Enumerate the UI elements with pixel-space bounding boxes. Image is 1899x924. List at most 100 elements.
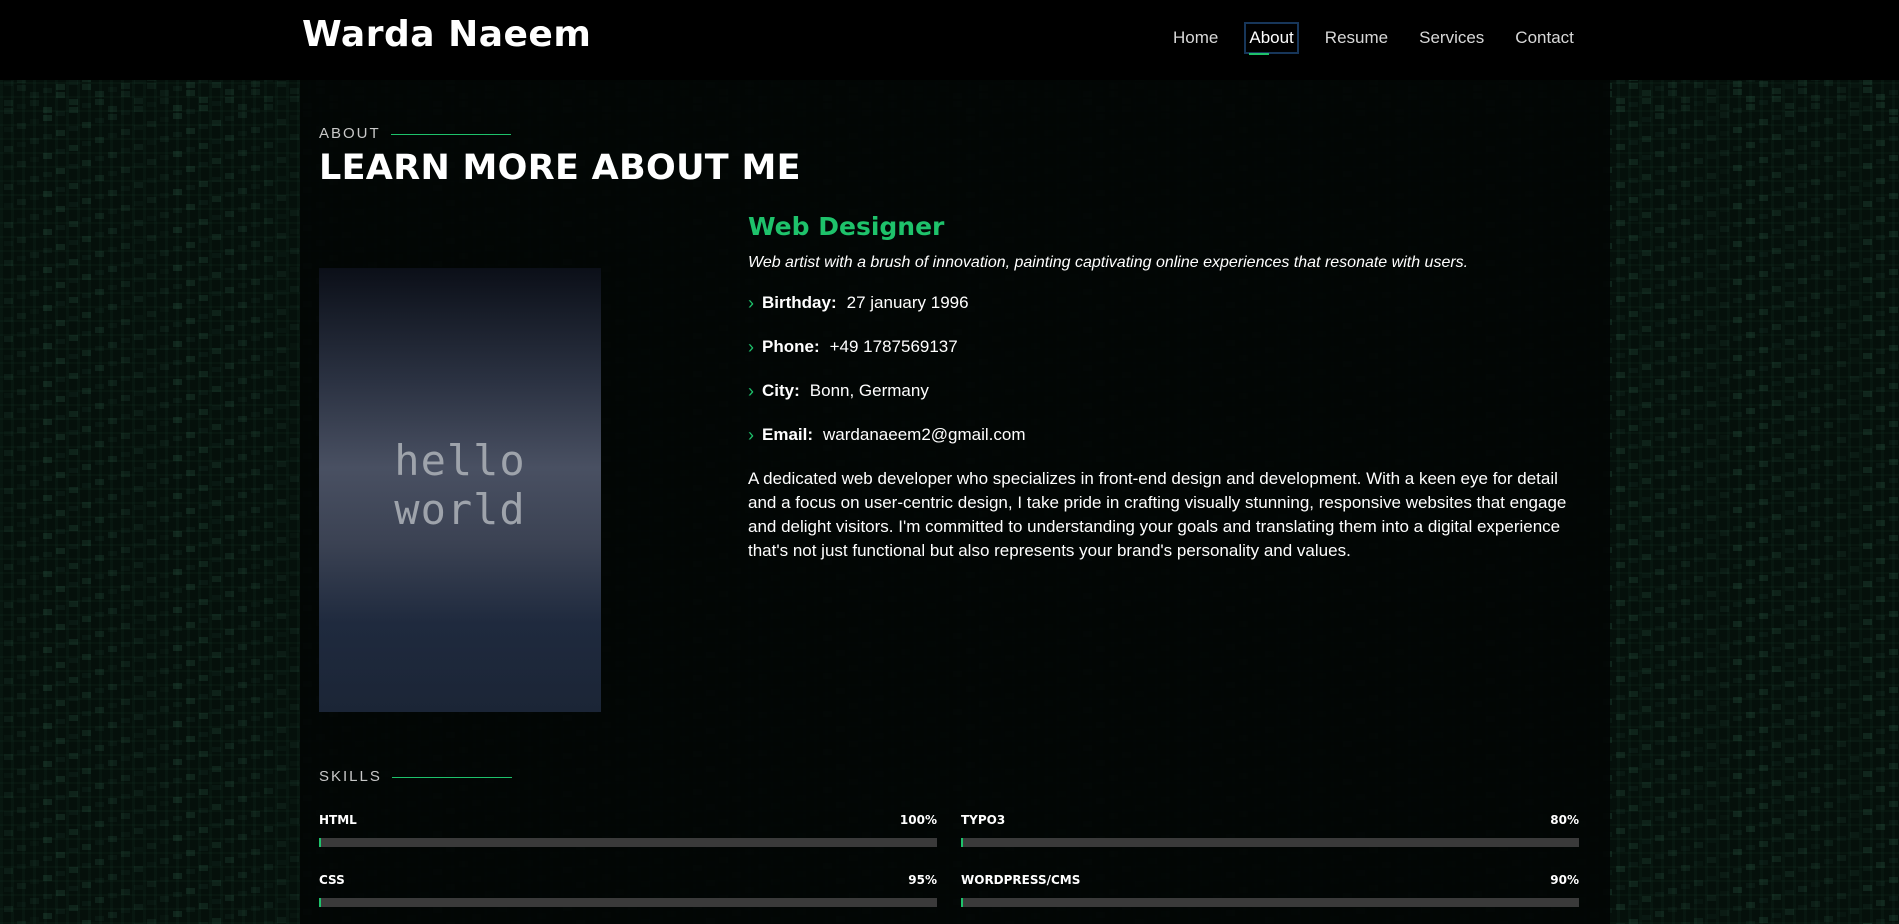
matrix-glyph-column [1785,80,1794,924]
matrix-glyph-column [121,80,130,924]
info-key: Phone: [762,337,820,356]
matrix-glyph-column [277,80,286,924]
nav-services[interactable]: Services [1416,24,1487,52]
matrix-glyph-column [1655,80,1664,924]
matrix-glyph-column [1850,80,1859,924]
skill-progress-fill [319,898,321,907]
skill-percent: 100% [899,813,937,827]
matrix-glyph-column [56,80,65,924]
chevron-right-icon: › [748,293,754,313]
skill-progress-bar [961,838,1579,847]
matrix-glyph-column [4,80,13,924]
skill-html: HTML 100% [319,813,937,847]
matrix-glyph-column [1889,80,1898,924]
photo-caption-art: hello world [394,436,526,534]
nav-resume[interactable]: Resume [1322,24,1391,52]
matrix-glyph-column [238,80,247,924]
info-item-city: › City: Bonn, Germany [748,380,1026,424]
matrix-glyph-column [1668,80,1677,924]
skill-name: HTML [319,813,357,827]
about-label-text: ABOUT [319,125,381,142]
skill-typo3: TYPO3 80% [961,813,1579,847]
matrix-glyph-column [264,80,273,924]
matrix-glyph-column [1720,80,1729,924]
matrix-glyph-column [1811,80,1820,924]
matrix-glyph-column [1681,80,1690,924]
matrix-glyph-column [160,80,169,924]
nav-contact[interactable]: Contact [1512,24,1577,52]
info-value: Bonn, Germany [809,381,929,400]
skill-percent: 90% [1550,873,1579,887]
matrix-glyph-column [1863,80,1872,924]
matrix-glyph-column [95,80,104,924]
skill-progress-fill [961,898,963,907]
main-nav: Home About Resume Services Contact [1170,22,1602,55]
matrix-glyph-column [1746,80,1755,924]
matrix-glyph-column [1798,80,1807,924]
skill-css: CSS 95% [319,873,937,907]
matrix-glyph-column [108,80,117,924]
site-logo[interactable]: Warda Naeem [302,14,591,55]
skill-name: CSS [319,873,345,887]
matrix-glyph-column [43,80,52,924]
skill-wordpress-cms: WORDPRESS/CMS 90% [961,873,1579,907]
info-item-birthday: › Birthday: 27 january 1996 [748,292,1026,336]
matrix-glyph-column [17,80,26,924]
skill-name: WORDPRESS/CMS [961,873,1081,887]
matrix-glyph-column [1837,80,1846,924]
skill-progress-fill [319,838,321,847]
skills-label-text: SKILLS [319,768,382,785]
about-title: LEARN MORE ABOUT ME [319,148,801,188]
skill-percent: 95% [908,873,937,887]
skill-progress-bar [319,838,937,847]
matrix-glyph-column [1772,80,1781,924]
bio-paragraph: A dedicated web developer who specialize… [748,469,1567,560]
matrix-glyph-column [186,80,195,924]
skill-progress-bar [961,898,1579,907]
site-header: Warda Naeem Home About Resume Services C… [0,0,1899,80]
matrix-glyph-column [82,80,91,924]
skills-label-line [391,776,512,778]
nav-home[interactable]: Home [1170,24,1221,52]
role-title: Web Designer [748,212,945,241]
matrix-glyph-column [290,80,299,924]
matrix-glyph-column [1629,80,1638,924]
matrix-glyph-column [1616,80,1625,924]
matrix-glyph-column [1876,80,1885,924]
info-key: Email: [762,425,814,444]
matrix-glyph-column [30,80,39,924]
matrix-glyph-column [134,80,143,924]
matrix-glyph-column [1759,80,1768,924]
tagline: Web artist with a brush of innovation, p… [748,254,1469,271]
personal-info-list: › Birthday: 27 january 1996 › Phone: +49… [748,292,1026,468]
chevron-right-icon: › [748,337,754,357]
matrix-glyph-column [212,80,221,924]
nav-about[interactable]: About [1244,22,1299,55]
skills-section-label: SKILLS [319,768,512,785]
chevron-right-icon: › [748,425,754,445]
skill-name: TYPO3 [961,813,1006,827]
skill-progress-bar [319,898,937,907]
about-section-label: ABOUT [319,125,511,142]
info-key: City: [762,381,800,400]
info-item-email: › Email: wardanaeem2@gmail.com [748,424,1026,468]
info-value: wardanaeem2@gmail.com [823,425,1026,444]
info-value: +49 1787569137 [829,337,958,356]
info-value: 27 january 1996 [846,293,969,312]
chevron-right-icon: › [748,381,754,401]
matrix-glyph-column [199,80,208,924]
matrix-glyph-column [69,80,78,924]
info-item-phone: › Phone: +49 1787569137 [748,336,1026,380]
matrix-glyph-column [147,80,156,924]
matrix-glyph-column [1694,80,1703,924]
profile-photo: hello world [319,268,601,712]
about-label-line [390,133,511,135]
skill-progress-fill [961,838,963,847]
info-key: Birthday: [762,293,837,312]
matrix-glyph-column [1642,80,1651,924]
matrix-glyph-column [1824,80,1833,924]
matrix-glyph-column [1733,80,1742,924]
matrix-glyph-column [173,80,182,924]
matrix-glyph-column [251,80,260,924]
skill-percent: 80% [1550,813,1579,827]
